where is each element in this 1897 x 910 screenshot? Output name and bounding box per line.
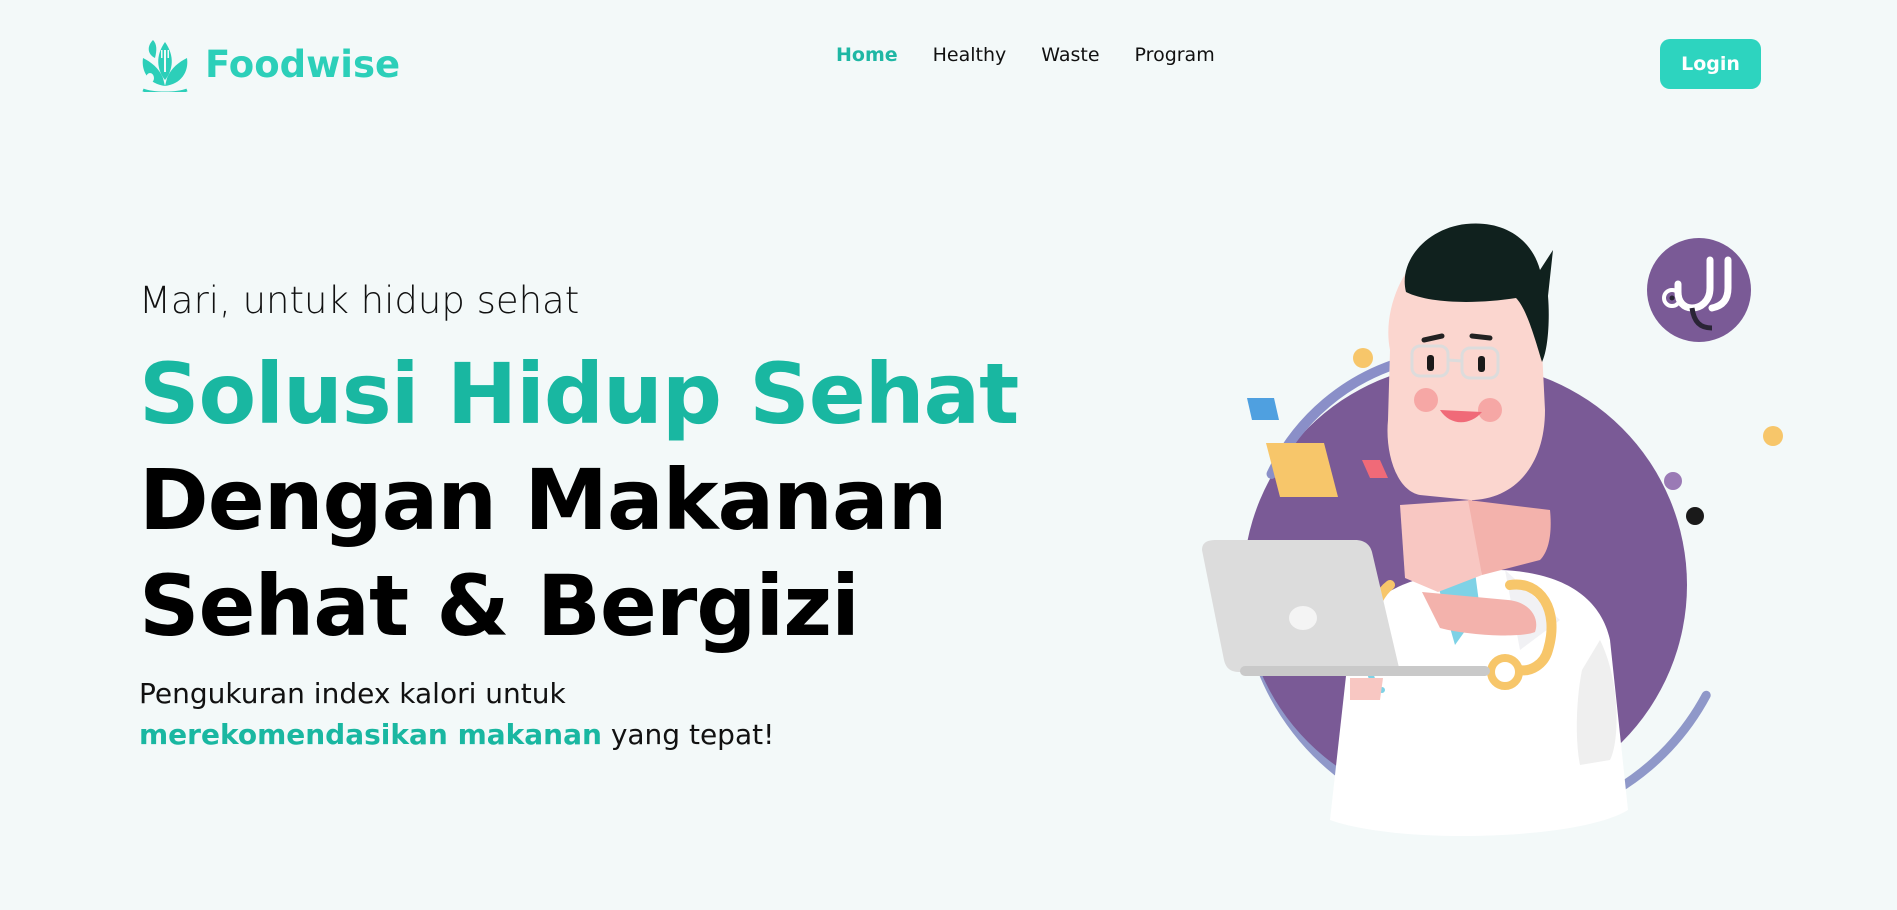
- hero-description: Pengukuran index kalori untuk merekomend…: [139, 673, 1039, 755]
- brand-logo-link[interactable]: Foodwise: [139, 36, 400, 92]
- nav-home[interactable]: Home: [836, 44, 898, 66]
- headline-line-3: Sehat & Bergizi: [139, 557, 860, 655]
- hero-headline: Solusi Hidup Sehat Dengan Makanan Sehat …: [139, 341, 1039, 659]
- brand-name: Foodwise: [205, 42, 401, 86]
- desc-accent: merekomendasikan makanan: [139, 718, 602, 751]
- nav-program[interactable]: Program: [1135, 44, 1215, 66]
- hero-tagline: Mari, untuk hidup sehat: [139, 279, 580, 322]
- main-nav: Home Healthy Waste Program: [836, 44, 1215, 66]
- headline-accent: Solusi Hidup Sehat: [139, 345, 1019, 443]
- desc-tail: yang tepat!: [601, 718, 775, 751]
- nav-healthy[interactable]: Healthy: [933, 44, 1007, 66]
- desc-line-1: Pengukuran index kalori untuk: [139, 677, 566, 710]
- nav-waste[interactable]: Waste: [1041, 44, 1099, 66]
- hero-section: Mari, untuk hidup sehat Solusi Hidup Seh…: [139, 275, 1039, 755]
- leaf-fork-spoon-icon: [142, 40, 188, 92]
- navbar: Foodwise Home Healthy Waste Program Logi…: [0, 0, 1897, 120]
- login-button[interactable]: Login: [1660, 39, 1761, 89]
- doctor-with-laptop-illustration: [1202, 223, 1783, 837]
- headline-line-2: Dengan Makanan: [139, 451, 947, 549]
- stethoscope-icon: [1647, 238, 1751, 342]
